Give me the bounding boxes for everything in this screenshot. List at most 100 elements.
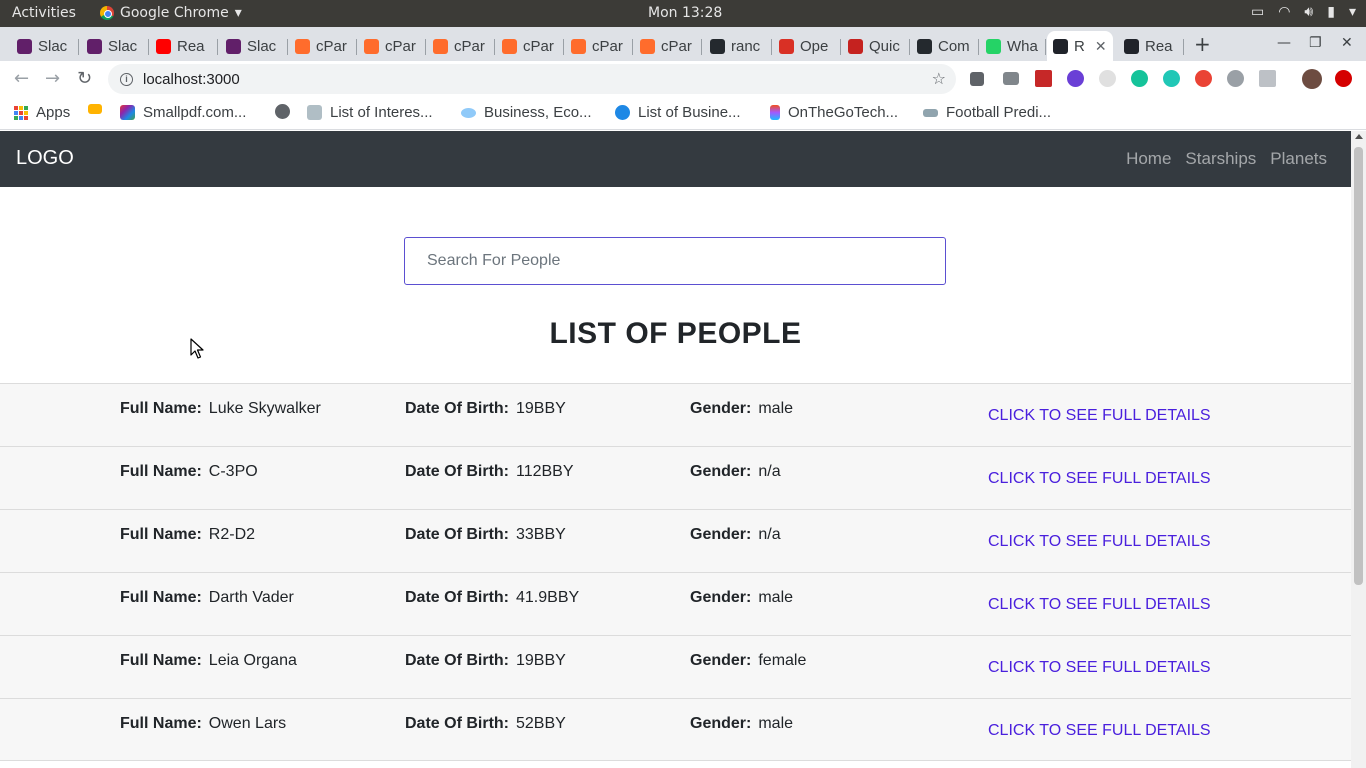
browser-tab[interactable]: cPar [427, 31, 495, 61]
browser-tab[interactable]: ranc [704, 31, 772, 61]
nav-link-planets[interactable]: Planets [1270, 149, 1327, 169]
gender-value: n/a [758, 526, 781, 543]
bookmark-label: List of Interes... [330, 104, 433, 121]
bookmark-item[interactable] [88, 104, 102, 114]
see-full-details-link[interactable]: CLICK TO SEE FULL DETAILS [988, 722, 1211, 740]
close-tab-icon[interactable]: ✕ [1095, 38, 1107, 55]
system-tray[interactable]: ▭ ◠ 🔊︎ ▮ ▾ [1251, 4, 1356, 20]
browser-tab[interactable]: cPar [496, 31, 564, 61]
tab-label: cPar [661, 37, 692, 55]
extension-icon[interactable] [1163, 70, 1180, 87]
camera-extension-icon[interactable] [1003, 72, 1019, 85]
app-menu[interactable]: Google Chrome ▾ [100, 5, 242, 21]
browser-tab[interactable]: Ope [773, 31, 841, 61]
bookmark-item[interactable] [275, 104, 290, 119]
nav-links: Home Starships Planets [1126, 149, 1327, 169]
tab-label: Slac [247, 37, 277, 55]
clock[interactable]: Mon 13:28 [648, 5, 722, 21]
bookmark-smallpdf[interactable]: Smallpdf.com... [120, 104, 246, 121]
browser-tab[interactable]: Slac [11, 31, 79, 61]
full-name-value: C-3PO [208, 463, 258, 480]
extension-icon[interactable] [1259, 70, 1276, 87]
browser-tab[interactable]: Slac [81, 31, 149, 61]
close-window-icon[interactable]: ✕ [1341, 35, 1353, 51]
cpanel-icon [640, 38, 655, 54]
person-row: Full Name: C-3PO Date Of Birth: 112BBY Gende… [0, 446, 1351, 509]
browser-tab[interactable]: cPar [289, 31, 357, 61]
see-full-details-link[interactable]: CLICK TO SEE FULL DETAILS [988, 533, 1211, 551]
browser-tab[interactable]: Quic [842, 31, 910, 61]
chrome-icon [100, 6, 114, 20]
extension-icon[interactable] [1035, 70, 1052, 87]
minimize-icon[interactable]: — [1277, 35, 1291, 51]
full-name-value: Luke Skywalker [208, 400, 321, 417]
page-scrollbar[interactable] [1351, 131, 1366, 768]
activities-button[interactable]: Activities [12, 5, 76, 21]
slack-icon [226, 38, 241, 54]
full-name-field: Full Name: Luke Skywalker [120, 400, 321, 418]
tab-label: cPar [523, 37, 554, 55]
gender-value: male [758, 400, 794, 417]
extension-icon[interactable] [1195, 70, 1212, 87]
avatar[interactable] [1302, 69, 1322, 89]
tab-strip: Slac Slac Rea Slac cPar cPar cPar cPar cPar cPar r… [0, 27, 1366, 61]
nav-link-home[interactable]: Home [1126, 149, 1171, 169]
browser-tab[interactable]: cPar [634, 31, 702, 61]
browser-tab[interactable]: Rea [1118, 31, 1184, 61]
browser-toolbar: ← → ↻ i localhost:3000 ☆ [0, 61, 1366, 97]
bookmark-star-icon[interactable]: ☆ [932, 69, 946, 88]
browser-tab[interactable]: Rea [150, 31, 218, 61]
full-name-value: R2-D2 [208, 526, 256, 543]
update-icon[interactable] [1335, 70, 1352, 87]
tab-separator [978, 39, 979, 55]
extension-icon[interactable] [1227, 70, 1244, 87]
bookmark-apps[interactable]: Apps [14, 104, 70, 121]
reload-button[interactable]: ↻ [77, 68, 92, 89]
url-text[interactable]: localhost:3000 [143, 71, 240, 88]
back-button[interactable]: ← [14, 68, 29, 89]
grammarly-icon[interactable] [1131, 70, 1148, 87]
github-icon [710, 38, 725, 54]
browser-tab[interactable]: Wha [980, 31, 1046, 61]
tab-separator [1045, 39, 1046, 55]
eyedropper-extension-icon[interactable] [970, 72, 984, 86]
tab-label: Quic [869, 37, 900, 55]
bookmark-onthegotech[interactable]: OnTheGoTech... [770, 104, 898, 121]
search-input[interactable] [404, 237, 946, 285]
app-menu-label: Google Chrome [120, 5, 229, 21]
tab-active[interactable]: R ✕ [1047, 31, 1113, 61]
bookmark-football-predi[interactable]: Football Predi... [923, 104, 1051, 121]
gender-value: male [758, 715, 794, 732]
new-tab-button[interactable]: + [1194, 32, 1211, 56]
see-full-details-link[interactable]: CLICK TO SEE FULL DETAILS [988, 470, 1211, 488]
bookmark-favicon-icon [615, 105, 630, 120]
see-full-details-link[interactable]: CLICK TO SEE FULL DETAILS [988, 659, 1211, 677]
browser-tab[interactable]: Slac [220, 31, 288, 61]
tab-separator [1183, 39, 1184, 55]
address-bar[interactable]: i localhost:3000 ☆ [108, 64, 956, 94]
maximize-icon[interactable]: ❐ [1309, 35, 1322, 51]
extension-icon[interactable] [1099, 70, 1116, 87]
full-name-value: Owen Lars [208, 715, 287, 732]
tab-separator [78, 39, 79, 55]
scrollbar-thumb[interactable] [1354, 147, 1363, 585]
browser-tab[interactable]: cPar [565, 31, 633, 61]
info-icon[interactable]: i [120, 72, 133, 86]
person-row: Full Name: R2-D2 Date Of Birth: 33BBY Gender… [0, 509, 1351, 572]
see-full-details-link[interactable]: CLICK TO SEE FULL DETAILS [988, 596, 1211, 614]
browser-tab[interactable]: cPar [358, 31, 426, 61]
bookmark-list-of-busine[interactable]: List of Busine... [615, 104, 741, 121]
see-full-details-link[interactable]: CLICK TO SEE FULL DETAILS [988, 407, 1211, 425]
forward-button[interactable]: → [45, 68, 60, 89]
bookmark-business-eco[interactable]: Business, Eco... [461, 104, 592, 121]
nav-link-starships[interactable]: Starships [1185, 149, 1256, 169]
system-top-bar: Activities Google Chrome ▾ Mon 13:28 ▭ ◠… [0, 0, 1366, 27]
date-of-birth-field: Date Of Birth: 112BBY [405, 463, 574, 481]
full-name-label: Full Name: [120, 463, 202, 480]
scroll-up-icon[interactable] [1355, 134, 1363, 139]
extension-icon[interactable] [1067, 70, 1084, 87]
bookmark-list-of-interes[interactable]: List of Interes... [307, 104, 433, 121]
browser-tab[interactable]: Com [911, 31, 979, 61]
bookmarks-bar: Apps Smallpdf.com... List of Interes... … [0, 97, 1366, 130]
app-logo[interactable]: LOGO [16, 147, 74, 170]
